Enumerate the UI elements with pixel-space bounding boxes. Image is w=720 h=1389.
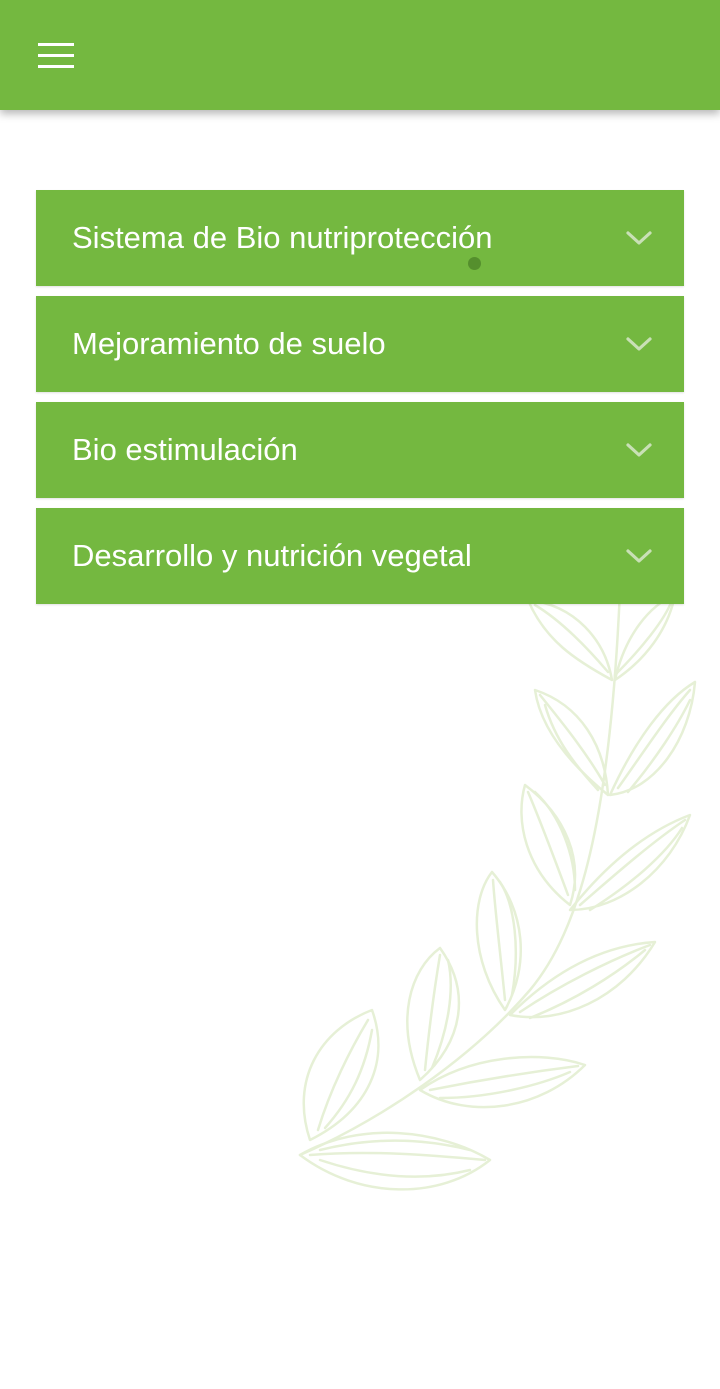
- hamburger-menu-icon: [38, 43, 74, 68]
- chevron-down-icon: [626, 337, 652, 351]
- chevron-down-icon: [626, 443, 652, 457]
- accordion-item-label: Sistema de Bio nutriprotección: [72, 220, 493, 255]
- accordion-item-bio-nutriproteccion[interactable]: Sistema de Bio nutriprotección: [36, 190, 684, 286]
- accordion-item-label: Desarrollo y nutrición vegetal: [72, 538, 472, 573]
- accordion-item-desarrollo-nutricion[interactable]: Desarrollo y nutrición vegetal: [36, 508, 684, 604]
- accordion-item-bio-estimulacion[interactable]: Bio estimulación: [36, 402, 684, 498]
- accordion-item-label: Mejoramiento de suelo: [72, 326, 386, 361]
- chevron-down-icon: [626, 549, 652, 563]
- accordion-item-mejoramiento-suelo[interactable]: Mejoramiento de suelo: [36, 296, 684, 392]
- category-accordion: Sistema de Bio nutriprotección Mejoramie…: [36, 190, 684, 614]
- touch-indicator: [468, 257, 481, 270]
- chevron-down-icon: [626, 231, 652, 245]
- leaf-branch-illustration: [298, 588, 697, 1191]
- app-bar: [0, 0, 720, 110]
- accordion-item-label: Bio estimulación: [72, 432, 298, 467]
- menu-button[interactable]: [26, 30, 86, 80]
